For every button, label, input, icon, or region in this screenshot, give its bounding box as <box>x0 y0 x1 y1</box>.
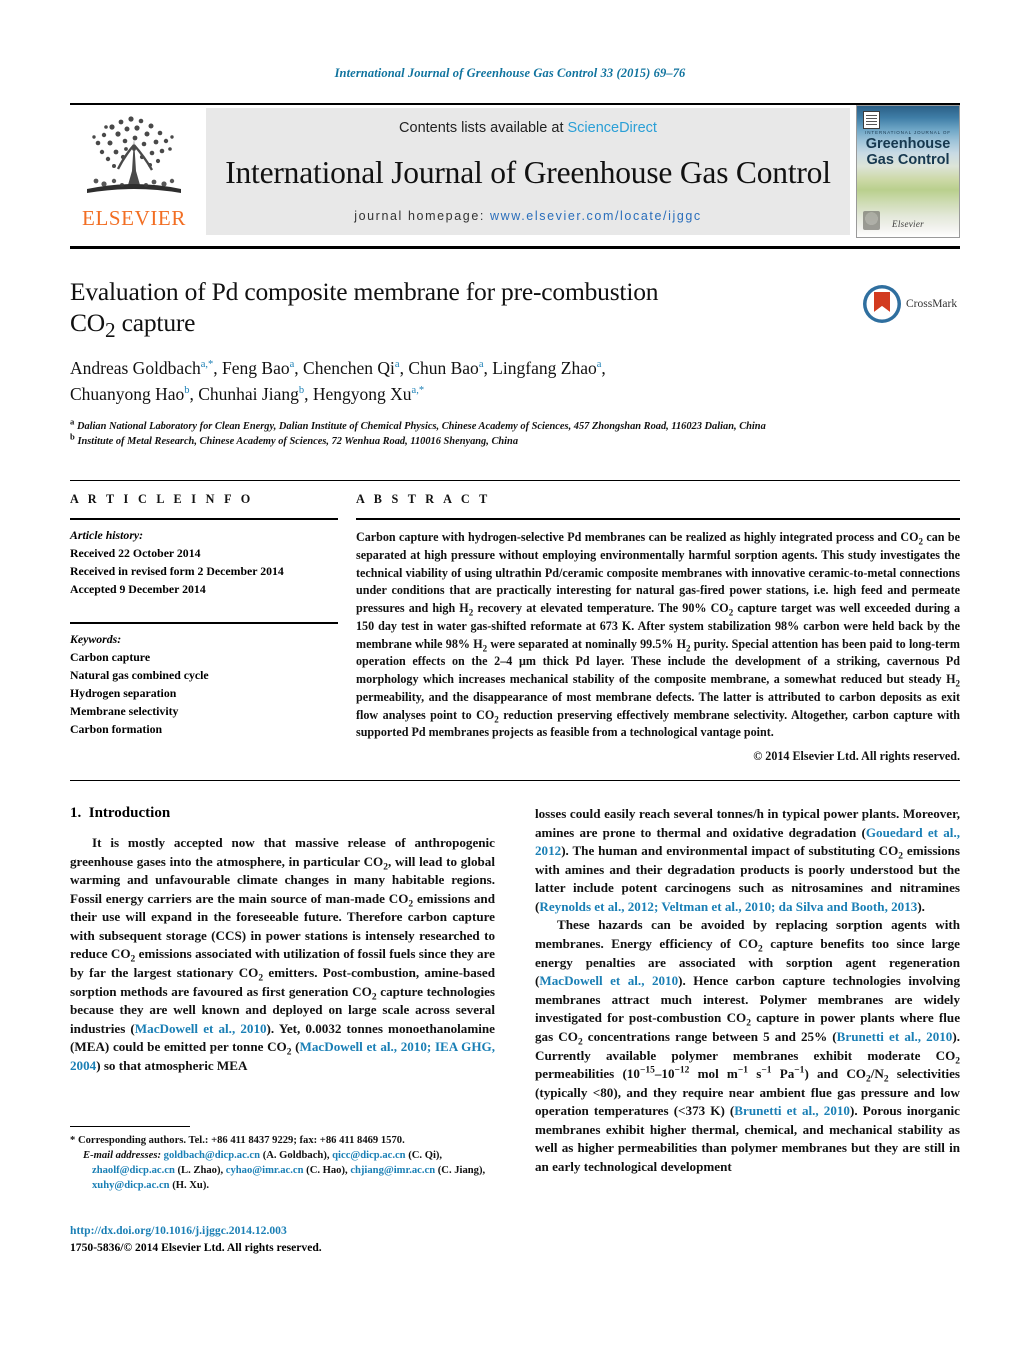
elsevier-logo: ELSEVIER <box>70 105 198 238</box>
abstract-copyright: © 2014 Elsevier Ltd. All rights reserved… <box>753 749 960 764</box>
keyword-item: Hydrogen separation <box>70 685 177 700</box>
elsevier-tree-icon <box>87 116 181 193</box>
article-history-label: Article history: <box>70 528 144 542</box>
column-gap <box>338 492 356 766</box>
elsevier-wordmark: ELSEVIER <box>82 206 186 230</box>
keyword-item: Carbon formation <box>70 721 163 736</box>
email-label: E-mail addresses: <box>83 1150 161 1162</box>
email-addresses-note: E-mail addresses: goldbach@dicp.ac.cn (A… <box>83 1150 486 1192</box>
title-line-1: Evaluation of Pd composite membrane for … <box>70 277 659 306</box>
email-owner: (C. Qi) <box>408 1150 440 1162</box>
issn-copyright-line: 1750-5836/© 2014 Elsevier Ltd. All right… <box>70 1241 322 1255</box>
affiliation-list: a Dalian National Laboratory for Clean E… <box>70 416 850 449</box>
crossmark-badge[interactable]: CrossMark <box>862 282 958 326</box>
cover-bottom-brand: Elsevier <box>857 219 959 229</box>
journal-homepage-line: journal homepage: www.elsevier.com/locat… <box>354 209 702 223</box>
title-block: Evaluation of Pd composite membrane for … <box>70 276 850 449</box>
homepage-prefix: journal homepage: <box>354 209 491 223</box>
email-owner: (A. Goldbach) <box>262 1150 327 1162</box>
footnote-area: * Corresponding authors. Tel.: +86 411 8… <box>70 1126 495 1193</box>
sciencedirect-link[interactable]: ScienceDirect <box>568 120 657 136</box>
homepage-url-link[interactable]: www.elsevier.com/locate/ijggc <box>490 209 702 223</box>
abstract-text: Carbon capture with hydrogen-selective P… <box>356 530 960 740</box>
cover-kicker: INTERNATIONAL JOURNAL OF <box>865 130 951 135</box>
abstract-body: Carbon capture with hydrogen-selective P… <box>356 520 960 766</box>
contents-prefix: Contents lists available at <box>399 120 568 136</box>
email-owner: (L. Zhao) <box>177 1165 221 1177</box>
crossmark-label: CrossMark <box>906 298 958 310</box>
section-heading-introduction: 1. Introduction <box>70 805 495 822</box>
title-line-2: CO2 capture <box>70 308 196 343</box>
body-column-gap <box>495 805 535 1225</box>
doi-link[interactable]: http://dx.doi.org/10.1016/j.ijggc.2014.1… <box>70 1224 287 1237</box>
affiliation-b: b Institute of Metal Research, Chinese A… <box>70 431 519 448</box>
author[interactable]: Chenchen Qia <box>303 358 400 378</box>
info-abstract-region: A R T I C L E I N F O Article history: R… <box>70 492 960 766</box>
paragraph: losses could easily reach several tonnes… <box>535 806 960 914</box>
author-list: Andreas Goldbacha,*, Feng Baoa, Chenchen… <box>70 358 606 404</box>
body-column-right: losses could easily reach several tonnes… <box>535 805 960 1225</box>
email-owner: (C. Jiang) <box>437 1165 483 1177</box>
email-link[interactable]: zhaolf@dicp.ac.cn <box>92 1165 175 1176</box>
email-link[interactable]: qicc@dicp.ac.cn <box>332 1150 405 1161</box>
email-link[interactable]: chjiang@imr.ac.cn <box>350 1165 435 1176</box>
paragraph: It is mostly accepted now that massive r… <box>70 835 496 1073</box>
author[interactable]: Hengyong Xua,* <box>313 384 424 404</box>
article-info-column: A R T I C L E I N F O Article history: R… <box>70 492 338 766</box>
author[interactable]: Chun Baoa <box>408 358 483 378</box>
author[interactable]: Chuanyong Haob <box>70 384 189 404</box>
cover-journal-name: Greenhouse Gas Control <box>857 136 959 168</box>
article-history-group: Article history: Received 22 October 201… <box>70 520 338 605</box>
keyword-item: Carbon capture <box>70 650 151 665</box>
history-item: Received in revised form 2 December 2014 <box>70 563 284 578</box>
history-item: Accepted 9 December 2014 <box>70 581 206 596</box>
abstract-heading: A B S T R A C T <box>356 492 491 506</box>
section-title: Introduction <box>88 805 171 821</box>
doi-block: http://dx.doi.org/10.1016/j.ijggc.2014.1… <box>70 1222 570 1257</box>
journal-title: International Journal of Greenhouse Gas … <box>225 154 831 190</box>
crossmark-icon[interactable] <box>862 284 902 324</box>
page-title: Evaluation of Pd composite membrane for … <box>70 276 850 343</box>
article-info-heading: A R T I C L E I N F O <box>70 492 254 506</box>
paragraph: These hazards can be avoided by replacin… <box>535 917 961 1174</box>
author[interactable]: Andreas Goldbacha,* <box>70 358 213 378</box>
keyword-item: Membrane selectivity <box>70 703 179 718</box>
footnote-rule <box>70 1126 190 1127</box>
email-link[interactable]: goldbach@dicp.ac.cn <box>164 1150 260 1161</box>
abstract-column: A B S T R A C T Carbon capture with hydr… <box>356 492 960 766</box>
masthead-center: Contents lists available at ScienceDirec… <box>206 108 850 235</box>
body-top-rule <box>70 780 960 781</box>
email-owner: (H. Xu) <box>172 1180 207 1192</box>
section-number: 1. <box>70 805 82 821</box>
keywords-label: Keywords: <box>70 632 122 647</box>
affiliation-a: a Dalian National Laboratory for Clean E… <box>70 416 766 432</box>
corresponding-author-note: * Corresponding authors. Tel.: +86 411 8… <box>70 1135 405 1146</box>
email-link[interactable]: xuhy@dicp.ac.cn <box>92 1180 170 1191</box>
journal-cover-thumbnail: INTERNATIONAL JOURNAL OF Greenhouse Gas … <box>856 105 960 238</box>
contents-available-line: Contents lists available at ScienceDirec… <box>399 120 657 136</box>
history-item: Received 22 October 2014 <box>70 545 201 560</box>
journal-masthead: ELSEVIER Contents lists available at Sci… <box>70 103 960 238</box>
email-link[interactable]: cyhao@imr.ac.cn <box>226 1165 304 1176</box>
author[interactable]: Chunhai Jiangb <box>198 384 304 404</box>
keyword-item: Natural gas combined cycle <box>70 668 209 683</box>
email-owner: (C. Hao) <box>306 1165 346 1177</box>
masthead-bottom-rule <box>70 246 960 249</box>
cover-name-line1: Greenhouse <box>865 136 951 152</box>
info-top-rule <box>70 480 960 481</box>
author[interactable]: Feng Baoa <box>222 358 294 378</box>
running-head: International Journal of Greenhouse Gas … <box>334 66 686 80</box>
cover-bottom-brand-text: Elsevier <box>892 219 924 229</box>
keywords-group: Keywords: Carbon capture Natural gas com… <box>70 622 338 738</box>
cover-elsevier-mark-icon <box>863 111 880 129</box>
paper-page: International Journal of Greenhouse Gas … <box>0 0 1020 1351</box>
author[interactable]: Lingfang Zhaoa <box>492 358 601 378</box>
cover-name-line2: Gas Control <box>866 151 950 168</box>
